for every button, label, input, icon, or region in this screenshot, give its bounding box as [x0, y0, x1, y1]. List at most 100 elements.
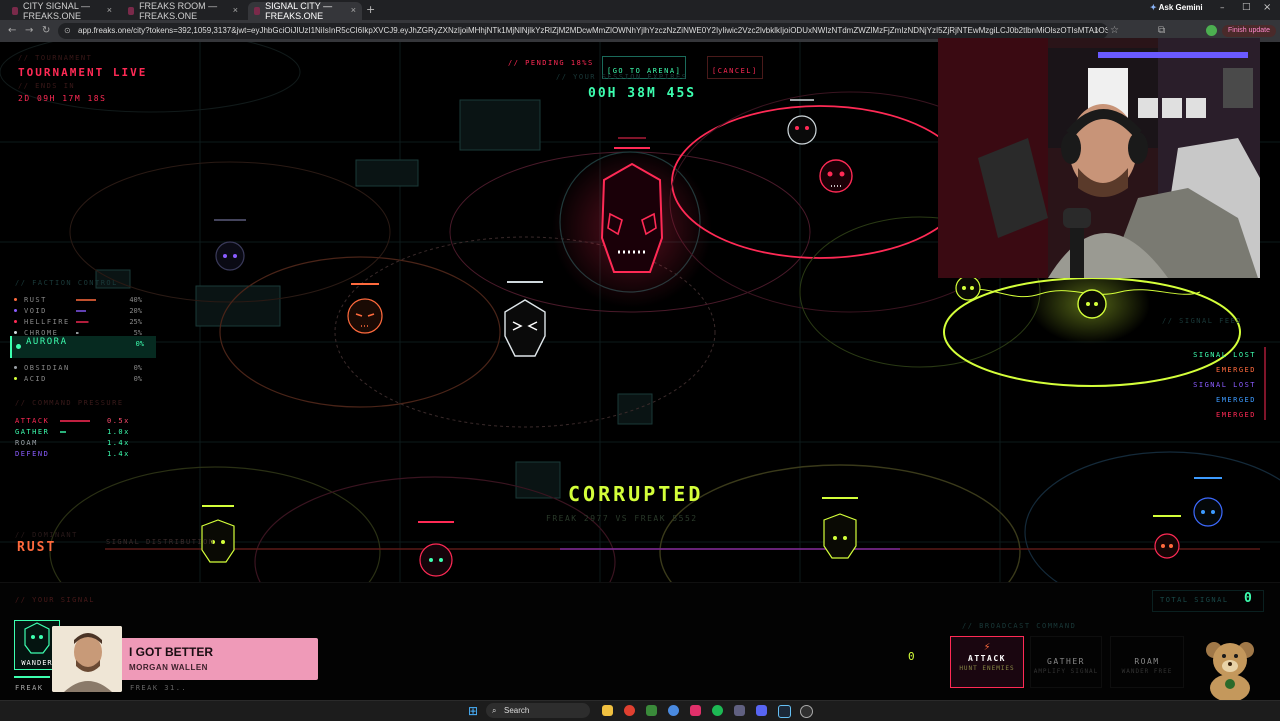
faction-row-acid[interactable]: ACID 0%: [10, 375, 154, 385]
freak-avatar-acid-3[interactable]: [1077, 289, 1107, 319]
faction-name: RUST: [24, 296, 47, 304]
extensions-icon[interactable]: ⧉: [1158, 25, 1165, 36]
signal-feed-item: EMERGED: [1215, 411, 1256, 419]
faction-dot-icon: [14, 298, 17, 301]
album-portrait-image: [52, 626, 122, 692]
broadcast-roam-button[interactable]: ROAM WANDER FREE: [1110, 636, 1184, 688]
forward-icon[interactable]: →: [25, 25, 33, 36]
now-playing-artist: MORGAN WALLEN: [129, 663, 208, 672]
faction-row-rust[interactable]: RUST 40%: [10, 296, 154, 306]
pressure-name-defend: DEFEND: [15, 450, 50, 458]
now-playing-overlay: I GOT BETTER MORGAN WALLEN: [52, 626, 320, 692]
tab-title: FREAKS ROOM — FREAKS.ONE: [139, 1, 218, 21]
freak-avatar-void[interactable]: [214, 219, 246, 271]
freak-avatar-hellfire[interactable]: [819, 159, 853, 193]
faction-row-void[interactable]: VOID 20%: [10, 307, 154, 317]
teddy-bear-overlay: [1198, 636, 1262, 702]
pending-label: // PENDING 18%S: [508, 59, 594, 67]
map-pin-icon[interactable]: [690, 705, 701, 716]
tab-close-icon[interactable]: ×: [351, 5, 356, 15]
streamer-webcam-image: [938, 38, 1260, 278]
obs-icon[interactable]: [800, 705, 813, 718]
faction-dot-icon: [14, 309, 17, 312]
broadcast-attack-button[interactable]: ⚡ ATTACK HUNT ENEMIES: [950, 636, 1024, 688]
signal-feed-item: SIGNAL LOST: [1193, 351, 1256, 359]
freak-avatar-chrome-2[interactable]: [504, 281, 546, 357]
faction-percent: 40%: [129, 296, 142, 304]
maximize-button[interactable]: □: [1242, 2, 1251, 12]
finish-update-label: Finish update: [1227, 27, 1271, 34]
faction-row-aurora[interactable]: AURORA 0%: [10, 336, 156, 358]
finish-update-button[interactable]: Finish update: [1222, 25, 1276, 37]
close-window-button[interactable]: ×: [1263, 2, 1271, 13]
command-pressure-header: // COMMAND PRESSURE: [15, 399, 124, 407]
signal-feed-item: EMERGED: [1215, 366, 1256, 374]
spotify-icon[interactable]: [712, 705, 723, 716]
terminal-icon[interactable]: [734, 705, 745, 716]
signal-count: 0: [908, 650, 917, 663]
freak-avatar-acid-4[interactable]: [955, 275, 981, 301]
battle-status: CORRUPTED: [568, 482, 704, 506]
faction-dot-icon: [14, 331, 17, 334]
browser-tab-2[interactable]: FREAKS ROOM — FREAKS.ONE ×: [122, 1, 244, 21]
taskbar-search-box[interactable]: ⌕ Search: [486, 703, 590, 718]
faction-row-obsidian[interactable]: OBSIDIAN 0%: [10, 364, 154, 374]
signal-feed-item: SIGNAL LOST: [1193, 381, 1256, 389]
site-info-icon[interactable]: ⊙: [64, 23, 71, 39]
cancel-button[interactable]: [CANCEL]: [707, 56, 763, 79]
faction-name: VOID: [24, 307, 47, 315]
browser-active-icon[interactable]: [668, 705, 679, 716]
reload-icon[interactable]: ↻: [42, 25, 50, 36]
gemini-icon: ✦: [1150, 3, 1157, 12]
zoom-icon[interactable]: ⌕: [1094, 25, 1100, 36]
tab-favicon-icon: [12, 7, 18, 15]
ask-gemini-button[interactable]: ✦ Ask Gemini: [1150, 3, 1203, 12]
freak-avatar-acid-1[interactable]: [201, 505, 235, 563]
minimize-button[interactable]: –: [1220, 3, 1225, 13]
url-input[interactable]: ⊙ app.freaks.one/city?tokens=392,1059,31…: [58, 23, 1108, 39]
pressure-name-gather: GATHER: [15, 428, 50, 436]
freak-avatar-rust-2[interactable]: [1153, 515, 1181, 559]
browser-tab-3[interactable]: SIGNAL CITY — FREAKS.ONE ×: [248, 1, 362, 21]
roam-sub: WANDER FREE: [1121, 668, 1173, 675]
faction-name: ACID: [24, 375, 47, 383]
faction-percent: 0%: [133, 375, 142, 383]
profile-avatar[interactable]: [1206, 25, 1217, 36]
windows-taskbar: ⊞ ⌕ Search: [0, 700, 1280, 721]
file-explorer-icon[interactable]: [602, 705, 613, 716]
new-tab-button[interactable]: +: [366, 3, 375, 16]
faction-percent: 20%: [129, 307, 142, 315]
broadcast-gather-button[interactable]: GATHER AMPLIFY SIGNAL: [1030, 636, 1102, 688]
pressure-name-roam: ROAM: [15, 439, 38, 447]
tournament-status: TOURNAMENT LIVE: [18, 66, 148, 79]
steam-icon[interactable]: [778, 705, 791, 718]
back-icon[interactable]: ←: [8, 25, 16, 36]
tab-close-icon[interactable]: ×: [107, 5, 112, 15]
taskbar-search-label: Search: [504, 706, 530, 715]
chrome-icon[interactable]: [624, 705, 635, 716]
pressure-value-gather: 1.0x: [107, 428, 130, 436]
lightning-icon: ⚡: [983, 640, 991, 653]
broadcast-header: // BROADCAST COMMAND: [962, 622, 1077, 630]
freak-avatar-acid-2[interactable]: [822, 497, 858, 559]
discord-icon[interactable]: [756, 705, 767, 716]
faction-control-header: // FACTION CONTROL: [15, 279, 118, 287]
bookmark-star-icon[interactable]: ☆: [1110, 25, 1119, 36]
search-icon: ⌕: [492, 706, 497, 715]
ask-gemini-label: Ask Gemini: [1158, 3, 1203, 12]
freak-health-bar: [14, 676, 50, 678]
album-art: [52, 626, 122, 692]
signal-distribution-label: SIGNAL DISTRIBUTION: [106, 538, 215, 546]
app-icon[interactable]: [646, 705, 657, 716]
faction-dot-icon: [14, 377, 17, 380]
faction-row-hellfire[interactable]: HELLFIRE 25%: [10, 318, 154, 328]
tab-close-icon[interactable]: ×: [233, 5, 238, 15]
tab-title: CITY SIGNAL — FREAKS.ONE: [22, 1, 90, 21]
gather-sub: AMPLIFY SIGNAL: [1033, 668, 1099, 675]
tournament-header: // TOURNAMENT: [18, 54, 93, 62]
browser-tab-1[interactable]: CITY SIGNAL — FREAKS.ONE ×: [6, 1, 118, 21]
freak-avatar-void-2[interactable]: [1193, 477, 1223, 527]
freak-id-1: FREAK: [15, 684, 44, 692]
session-timer: 00H 38M 45S: [588, 86, 697, 101]
start-icon[interactable]: ⊞: [468, 704, 478, 718]
